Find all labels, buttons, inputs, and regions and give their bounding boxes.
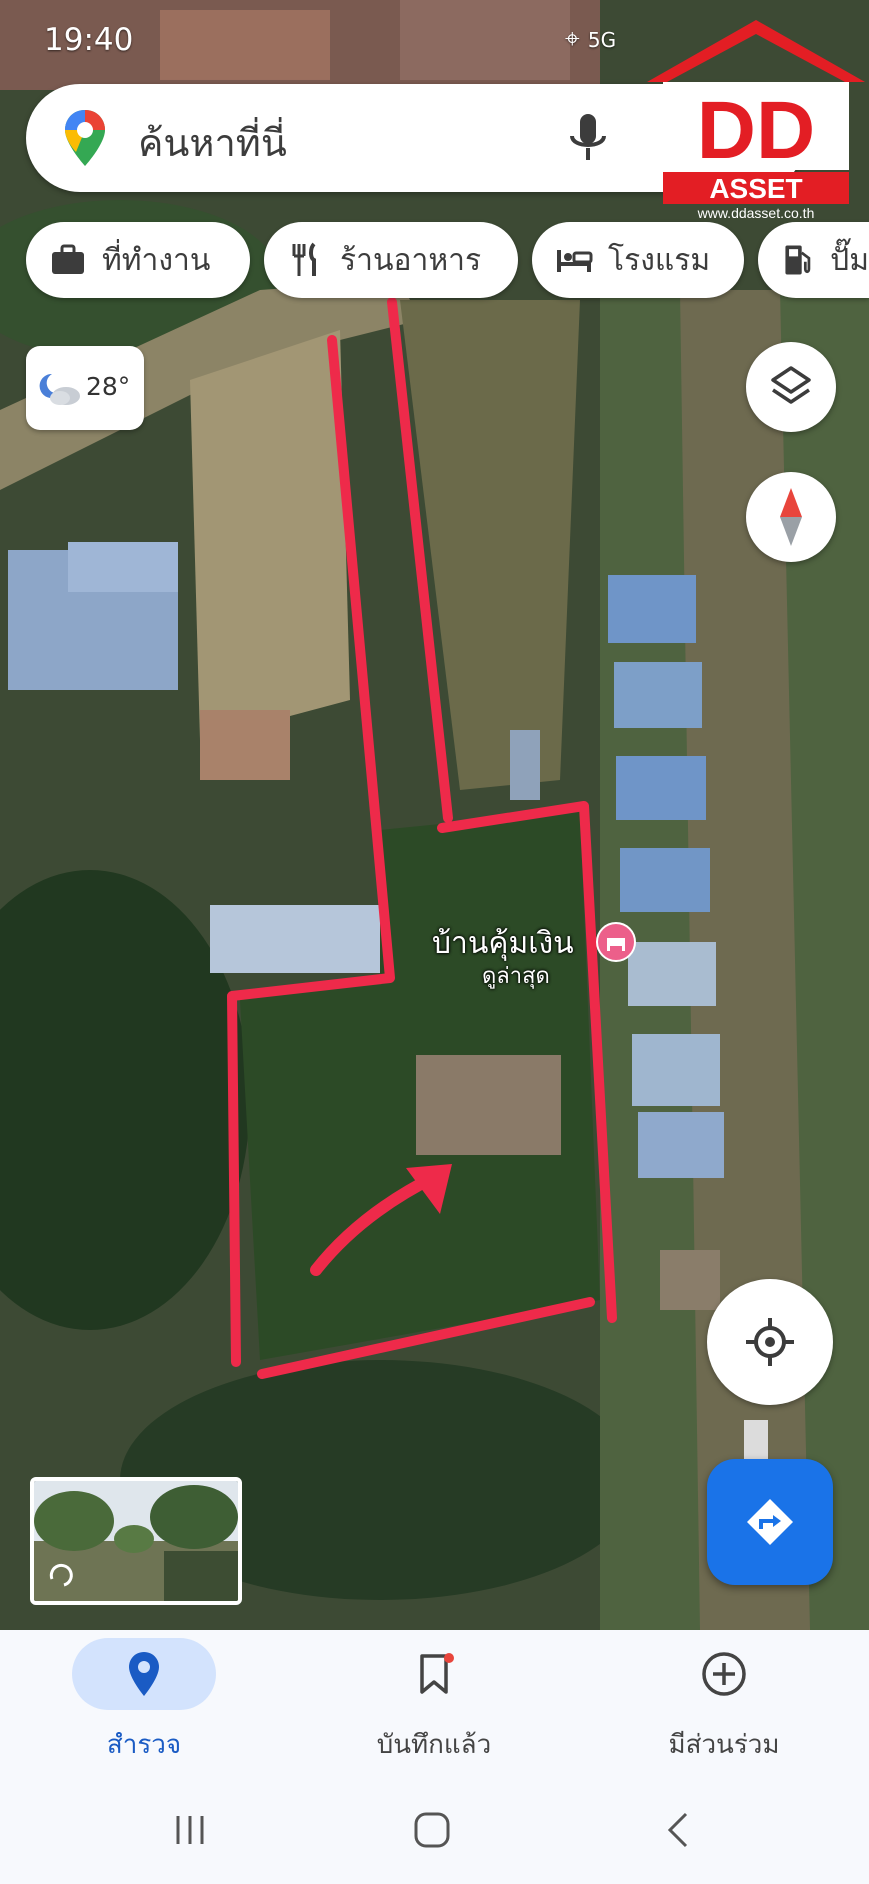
logo-tagline: ASSET bbox=[709, 173, 802, 204]
network-label: 5G bbox=[587, 28, 617, 52]
chip-gas[interactable]: ปั๊ม bbox=[758, 222, 869, 298]
home-icon[interactable] bbox=[412, 1810, 452, 1850]
add-circle-icon bbox=[702, 1652, 746, 1696]
weather-temperature: 28° bbox=[86, 372, 131, 401]
weather-widget[interactable]: 28° bbox=[26, 346, 144, 430]
status-time: 19:40 bbox=[44, 22, 134, 58]
recent-apps-icon[interactable] bbox=[170, 1810, 210, 1850]
compass-button[interactable] bbox=[746, 472, 836, 562]
bookmark-icon bbox=[420, 1653, 454, 1694]
chip-work[interactable]: ที่ทำงาน bbox=[26, 222, 250, 298]
logo-url: www.ddasset.co.th bbox=[697, 205, 815, 218]
briefcase-icon bbox=[52, 244, 84, 274]
system-navigation-bar bbox=[0, 1780, 869, 1884]
nav-saved[interactable]: บันทึกแล้ว bbox=[334, 1630, 534, 1780]
hotel-icon bbox=[557, 250, 593, 272]
nav-label: มีส่วนร่วม bbox=[668, 1730, 780, 1760]
partly-cloudy-icon bbox=[39, 373, 80, 405]
directions-button[interactable] bbox=[707, 1459, 833, 1585]
street-view-thumbnail[interactable] bbox=[30, 1477, 242, 1605]
layers-button[interactable] bbox=[746, 342, 836, 432]
hotel-pin-icon[interactable] bbox=[596, 922, 636, 962]
gas-station-icon bbox=[785, 245, 811, 275]
crosshair-icon bbox=[746, 1318, 794, 1366]
location-status-icon: ⌖ bbox=[565, 24, 580, 54]
maps-logo-icon bbox=[65, 110, 105, 166]
location-pin-icon bbox=[129, 1652, 159, 1696]
chip-label: ปั๊ม bbox=[830, 242, 869, 278]
chip-label: ที่ทำงาน bbox=[102, 242, 211, 278]
dd-asset-logo: DD ASSET www.ddasset.co.th bbox=[645, 18, 867, 221]
restaurant-icon bbox=[292, 242, 316, 276]
search-input[interactable]: ค้นหาที่นี่ bbox=[138, 112, 287, 173]
notification-badge bbox=[444, 1653, 454, 1663]
satellite-map[interactable]: 19:40 ⌖ 5G ค้นหาที่นี่ DD ASSET www.ddas… bbox=[0, 0, 869, 1630]
chip-hotel[interactable]: โรงแรม bbox=[532, 222, 744, 298]
nav-label: สำรวจ bbox=[106, 1730, 182, 1760]
compass-icon bbox=[780, 488, 802, 546]
back-icon[interactable] bbox=[660, 1810, 700, 1850]
mic-icon[interactable] bbox=[564, 110, 612, 166]
status-icons: ⌖ 5G bbox=[565, 24, 616, 55]
my-location-button[interactable] bbox=[707, 1279, 833, 1405]
chip-restaurant[interactable]: ร้านอาหาร bbox=[264, 222, 518, 298]
nav-label: บันทึกแล้ว bbox=[376, 1730, 492, 1760]
place-subtitle: ดูล่าสุด bbox=[482, 964, 550, 989]
logo-brand: DD bbox=[697, 85, 815, 176]
directions-icon bbox=[747, 1499, 793, 1545]
nav-contribute[interactable]: มีส่วนร่วม bbox=[624, 1630, 824, 1780]
bottom-navigation: สำรวจ บันทึกแล้ว มีส่วนร่วม bbox=[0, 1630, 869, 1780]
chip-label: ร้านอาหาร bbox=[340, 242, 482, 278]
layers-icon bbox=[771, 366, 811, 404]
nav-explore[interactable]: สำรวจ bbox=[44, 1630, 244, 1780]
chip-label: โรงแรม bbox=[608, 242, 711, 278]
